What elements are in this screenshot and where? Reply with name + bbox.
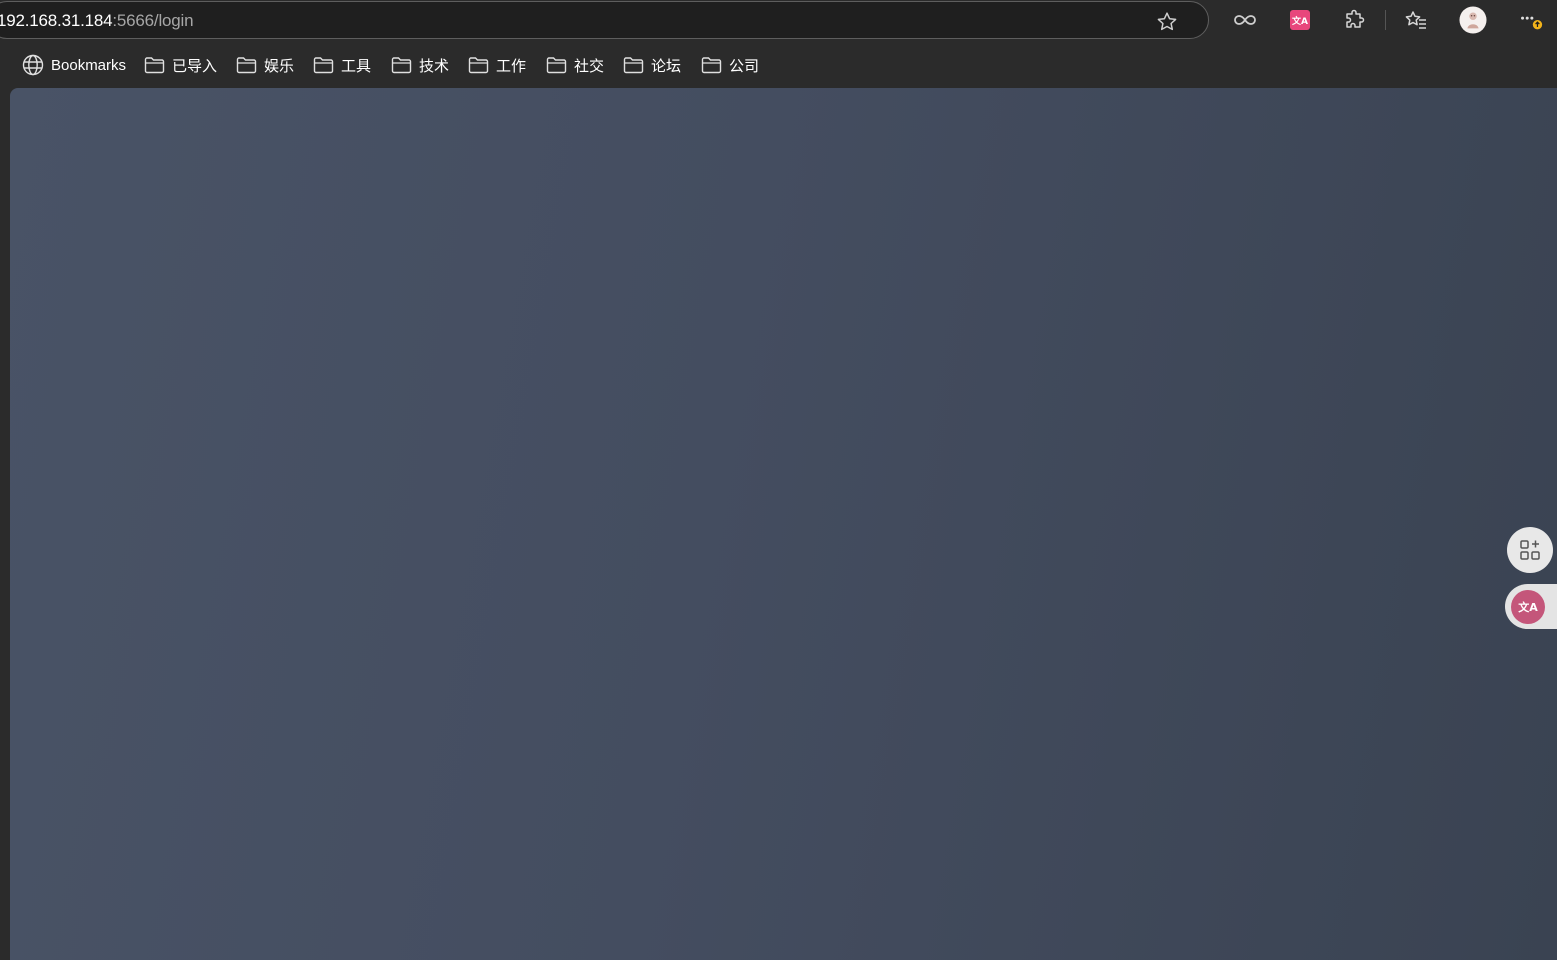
- bookmark-folder-label: 工作: [496, 57, 527, 75]
- bookmark-folder[interactable]: 论坛: [623, 54, 681, 76]
- bookmark-folder[interactable]: 社交: [546, 54, 604, 76]
- translate-glyph: 文A: [1290, 10, 1310, 30]
- star-icon[interactable]: [1155, 10, 1179, 34]
- bookmark-folder[interactable]: 技术: [391, 54, 449, 76]
- profile-avatar[interactable]: [1459, 6, 1487, 34]
- translate-extension-icon[interactable]: 文A: [1286, 6, 1314, 34]
- folder-icon: [546, 57, 567, 74]
- bookmark-folder-label: 公司: [729, 57, 760, 75]
- folder-icon: [144, 57, 165, 74]
- translate-side-button[interactable]: 文A: [1505, 584, 1557, 629]
- folder-icon: [391, 57, 412, 74]
- url-text[interactable]: 192.168.31.184:5666/login: [0, 11, 194, 31]
- bookmark-folder[interactable]: 娱乐: [236, 54, 294, 76]
- folder-icon: [468, 57, 489, 74]
- bookmark-folder-label: 社交: [574, 57, 605, 75]
- translate-icon: 文A: [1511, 589, 1545, 624]
- extensions-puzzle-icon[interactable]: [1341, 6, 1369, 34]
- bookmarks-root[interactable]: Bookmarks: [22, 54, 126, 76]
- bookmarks-bar: Bookmarks 已导入 娱乐 工具 技术 工作 社交 论坛 公司: [0, 42, 1557, 88]
- globe-icon: [22, 54, 44, 76]
- bookmark-folder-label: 已导入: [172, 57, 218, 75]
- url-path: :5666/login: [112, 11, 194, 30]
- bookmark-folder[interactable]: 工具: [313, 54, 371, 76]
- bookmark-folder-label: 娱乐: [264, 57, 295, 75]
- infinity-icon[interactable]: [1231, 6, 1259, 34]
- bookmark-folder[interactable]: 公司: [701, 54, 759, 76]
- favorites-icon[interactable]: [1402, 6, 1430, 34]
- bookmark-folder-label: 技术: [419, 57, 450, 75]
- apps-add-button[interactable]: [1507, 527, 1553, 573]
- bookmark-folder[interactable]: 工作: [468, 54, 526, 76]
- bookmarks-root-label: Bookmarks: [51, 56, 127, 74]
- bookmark-folder[interactable]: 已导入: [144, 54, 217, 76]
- toolbar-divider: [1385, 10, 1386, 30]
- bookmark-folder-label: 论坛: [651, 57, 682, 75]
- browser-toolbar: 192.168.31.184:5666/login 文A: [0, 0, 1557, 42]
- address-bar[interactable]: 192.168.31.184:5666/login: [0, 1, 1209, 39]
- bookmark-folder-label: 工具: [341, 57, 372, 75]
- url-host: 192.168.31.184: [0, 11, 113, 30]
- more-menu-icon[interactable]: [1516, 6, 1544, 34]
- folder-icon: [623, 57, 644, 74]
- page-viewport: [10, 88, 1557, 960]
- folder-icon: [236, 57, 257, 74]
- apps-add-icon: [1520, 540, 1540, 560]
- folder-icon: [313, 57, 334, 74]
- folder-icon: [701, 57, 722, 74]
